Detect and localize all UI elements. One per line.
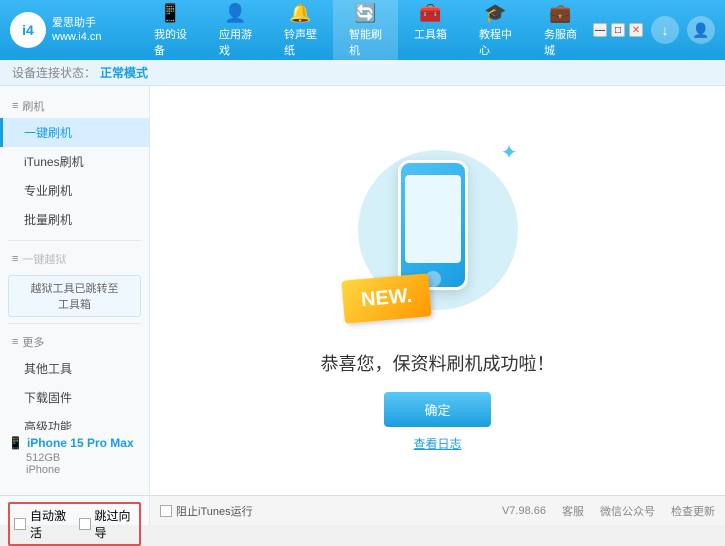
section-title-jailbreak: ≡ 一键越狱 [0,247,149,271]
minimize-button[interactable]: — [593,23,607,37]
status-bar: 设备连接状态： 正常模式 [0,60,725,86]
skip-activation-label: 跳过向导 [95,507,136,541]
bottom-status: 阻止iTunes运行 V7.98.66 客服 微信公众号 检查更新 [150,496,725,525]
sidebar-item-download-firmware[interactable]: 下载固件 [0,383,149,412]
section-icon-flash: ≡ [12,100,18,112]
success-message: 恭喜您，保资料刷机成功啦！ [321,350,555,376]
check-update-link[interactable]: 检查更新 [671,503,715,519]
section-label-more: 更多 [22,334,44,350]
device-type: iPhone [8,464,141,476]
maximize-button[interactable]: □ [611,23,625,37]
customer-service-link[interactable]: 客服 [562,503,584,519]
status-label: 设备连接状态： [12,64,96,81]
tab-icon-service: 💼 [549,3,571,24]
auto-activate-row: 自动激活 跳过向导 [8,502,141,546]
sparkles-icon: ✦ [501,140,518,165]
section-title-flash: ≡ 刷机 [0,94,149,118]
logo-text: 爱思助手 www.i4.cn [52,16,102,45]
nav-tab-service[interactable]: 💼务服商城 [528,0,593,64]
section-title-more: ≡ 更多 [0,330,149,354]
success-illustration: NEW. ✦ [348,130,528,330]
logo-area: i4 爱思助手 www.i4.cn [10,12,138,48]
section-label-jailbreak: 一键越狱 [22,251,66,267]
tab-label-tutorial: 教程中心 [479,26,512,58]
tab-icon-my-device: 📱 [159,3,181,24]
auto-activate-checkbox[interactable] [14,518,26,530]
tab-label-smart-flash: 智能刷机 [349,26,382,58]
logo-icon: i4 [10,12,46,48]
header-actions: — □ ✕ ↓ 👤 [593,16,715,44]
device-storage: 512GB [8,452,141,464]
version-label: V7.98.66 [502,505,546,517]
tab-label-apps-games: 应用游戏 [219,26,252,58]
tab-icon-smart-flash: 🔄 [354,3,376,24]
nav-tab-ringtone[interactable]: 🔔铃声壁纸 [268,0,333,64]
close-button[interactable]: ✕ [629,23,643,37]
stop-itunes-label: 阻止iTunes运行 [176,503,253,519]
tab-label-my-device: 我的设备 [154,26,187,58]
section-label-flash: 刷机 [22,98,44,114]
nav-tab-toolbox[interactable]: 🧰 工具箱 [398,0,463,64]
tab-label-toolbox: 工具箱 [414,26,447,42]
skip-activation-checkbox[interactable] [79,518,91,530]
content-area: NEW. ✦ 恭喜您，保资料刷机成功啦！ 确定 查看日志 [150,86,725,495]
new-badge: NEW. [341,273,432,323]
nav-tabs: 📱我的设备👤应用游戏🔔铃声壁纸🔄智能刷机🧰工具箱🎓教程中心💼务服商城 [138,0,593,64]
sidebar-item-batch-flash[interactable]: 批量刷机 [0,205,149,234]
section-icon-jailbreak: ≡ [12,253,18,265]
status-value: 正常模式 [100,64,148,81]
nav-tab-smart-flash[interactable]: 🔄智能刷机 [333,0,398,64]
sidebar-divider-2 [8,323,141,324]
device-panel: 自动激活 跳过向导 [0,496,150,525]
device-name: iPhone 15 Pro Max [27,436,134,450]
confirm-button[interactable]: 确定 [384,392,490,427]
tab-label-service: 务服商城 [544,26,577,58]
tab-label-ringtone: 铃声壁纸 [284,26,317,58]
bottom-area: 自动激活 跳过向导 阻止iTunes运行 V7.98.66 客服 微信公众号 检… [0,495,725,525]
sidebar-item-itunes-flash[interactable]: iTunes刷机 [0,147,149,176]
sidebar-item-pro-flash[interactable]: 专业刷机 [0,176,149,205]
win-controls: — □ ✕ [593,23,643,37]
nav-tab-tutorial[interactable]: 🎓教程中心 [463,0,528,64]
sidebar-divider-1 [8,240,141,241]
stop-itunes-area: 阻止iTunes运行 [160,503,253,519]
sidebar-item-other-tools[interactable]: 其他工具 [0,354,149,383]
section-icon-more: ≡ [12,336,18,348]
device-info-panel: 📱 iPhone 15 Pro Max 512GB iPhone [0,430,150,480]
app-url: www.i4.cn [52,30,102,44]
sidebar-info-box: 越狱工具已跳转至工具箱 [8,275,141,317]
app-title: 爱思助手 [52,16,102,30]
header: i4 爱思助手 www.i4.cn 📱我的设备👤应用游戏🔔铃声壁纸🔄智能刷机🧰工… [0,0,725,60]
auto-activate-label: 自动激活 [30,507,71,541]
download-button[interactable]: ↓ [651,16,679,44]
sidebar-item-one-click-flash[interactable]: 一键刷机 [0,118,149,147]
user-button[interactable]: 👤 [687,16,715,44]
tab-icon-ringtone: 🔔 [289,3,311,24]
phone-screen [405,175,461,263]
tab-icon-apps-games: 👤 [224,3,246,24]
tab-icon-toolbox: 🧰 [419,3,441,24]
bottom-right: V7.98.66 客服 微信公众号 检查更新 [502,503,715,519]
tab-icon-tutorial: 🎓 [484,3,506,24]
device-icon: 📱 [8,436,23,450]
phone-body [398,160,468,290]
wechat-link[interactable]: 微信公众号 [600,503,655,519]
stop-itunes-checkbox[interactable] [160,505,172,517]
view-log-link[interactable]: 查看日志 [413,435,461,452]
device-info-row: 📱 iPhone 15 Pro Max [8,434,141,452]
nav-tab-apps-games[interactable]: 👤应用游戏 [203,0,268,64]
nav-tab-my-device[interactable]: 📱我的设备 [138,0,203,64]
